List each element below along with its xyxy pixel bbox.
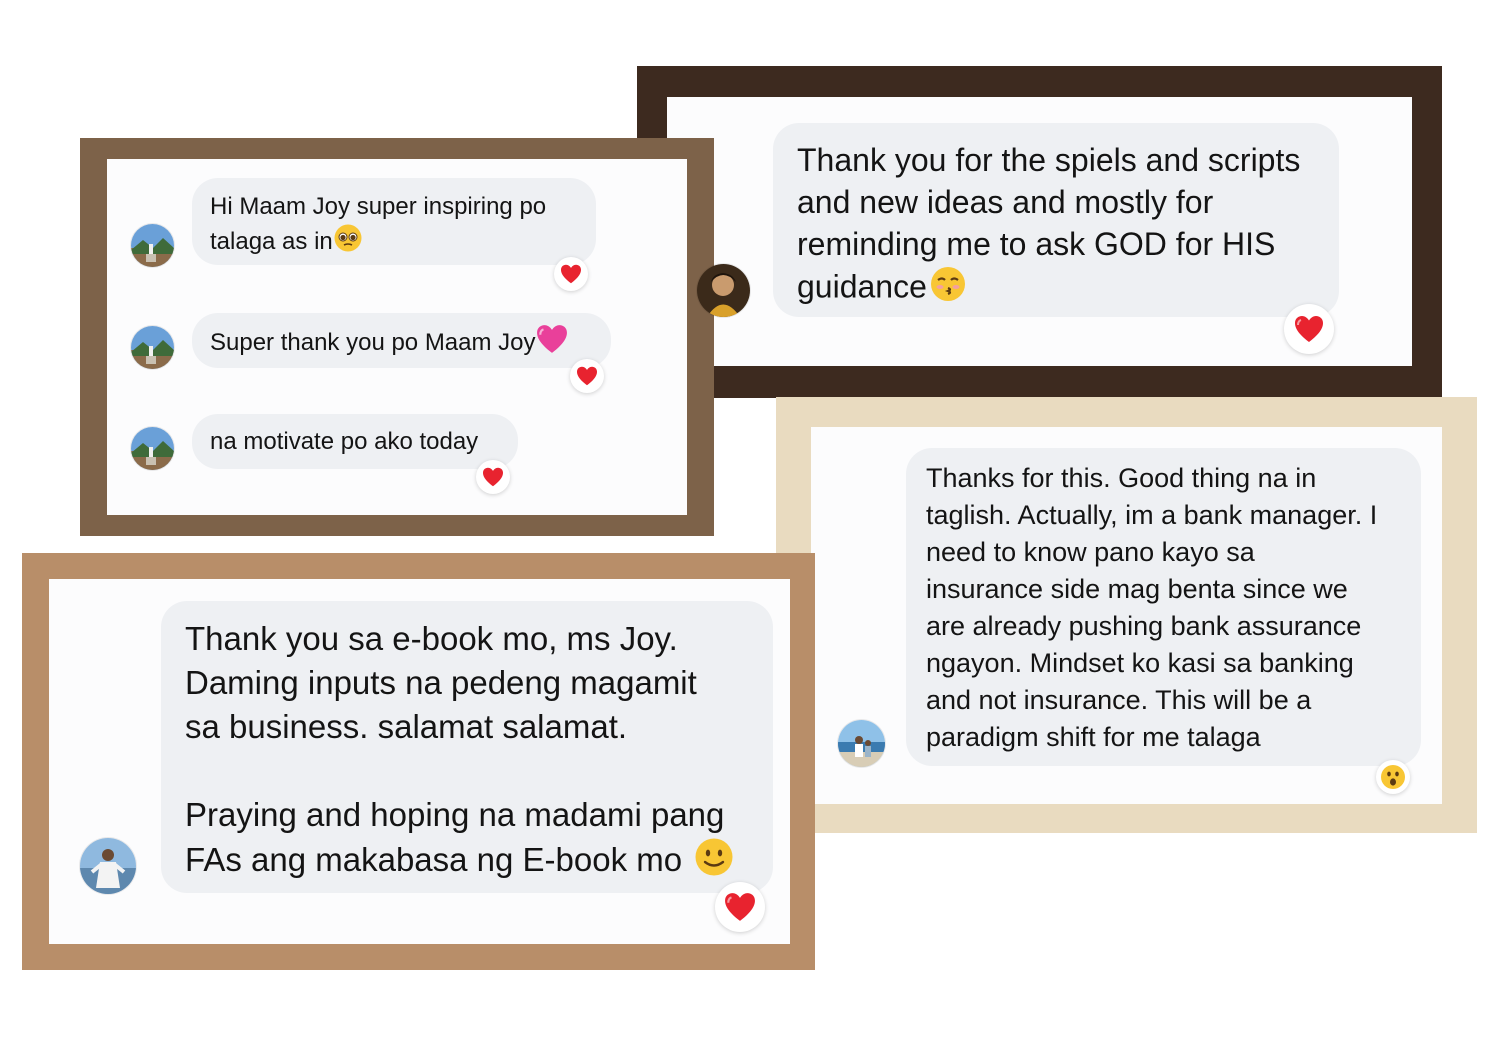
message-text: Super thank you po Maam Joy <box>210 328 536 356</box>
avatar[interactable] <box>131 427 174 470</box>
message-text: Thank you for the spiels and scripts and… <box>797 142 1301 305</box>
reaction-badge[interactable] <box>554 257 588 291</box>
message-text: Thanks for this. Good thing na in taglis… <box>926 463 1378 752</box>
avatar[interactable] <box>131 326 174 369</box>
message-text: na motivate po ako today <box>210 428 479 455</box>
heart-icon <box>1295 316 1323 342</box>
heart-icon <box>561 264 581 284</box>
heart-icon <box>577 366 597 386</box>
surprised-face-icon <box>1381 765 1405 789</box>
beach-avatar-icon <box>838 720 885 767</box>
reaction-badge[interactable] <box>1376 760 1410 794</box>
landscape-avatar-icon <box>131 326 174 369</box>
heart-icon <box>483 467 503 487</box>
pleading-face-icon <box>333 223 363 262</box>
reaction-badge[interactable] <box>715 882 765 932</box>
reaction-badge[interactable] <box>570 359 604 393</box>
kissing-face-icon <box>929 265 967 313</box>
landscape-avatar-icon <box>131 224 174 267</box>
reaction-badge[interactable] <box>1284 304 1334 354</box>
message-bubble[interactable]: Super thank you po Maam Joy <box>192 313 611 368</box>
message-text: Hi Maam Joy super inspiring po talaga as… <box>210 193 547 255</box>
heart-icon <box>725 893 755 921</box>
landscape-avatar-icon <box>131 427 174 470</box>
person-avatar-icon <box>80 838 136 894</box>
message-bubble[interactable]: Thank you for the spiels and scripts and… <box>773 123 1339 317</box>
avatar[interactable] <box>131 224 174 267</box>
avatar[interactable] <box>80 838 136 894</box>
pink-heart-icon <box>536 324 568 363</box>
person-avatar-icon <box>697 264 750 317</box>
message-text: Thank you sa e-book mo, ms Joy. Daming i… <box>185 620 725 879</box>
message-bubble[interactable]: Thank you sa e-book mo, ms Joy. Daming i… <box>161 601 773 893</box>
reaction-badge[interactable] <box>476 460 510 494</box>
message-bubble[interactable]: na motivate po ako today <box>192 414 518 469</box>
avatar[interactable] <box>697 264 750 317</box>
message-bubble[interactable]: Hi Maam Joy super inspiring po talaga as… <box>192 178 596 265</box>
message-bubble[interactable]: Thanks for this. Good thing na in taglis… <box>906 448 1421 766</box>
avatar[interactable] <box>838 720 885 767</box>
slightly-smiling-face-icon <box>694 837 734 888</box>
